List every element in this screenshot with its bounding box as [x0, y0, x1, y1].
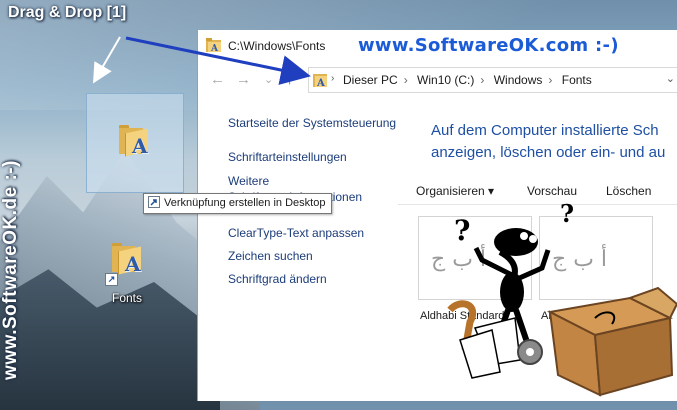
link-font-settings[interactable]: Schriftarteinstellungen — [228, 150, 347, 164]
folder-icon: A — [206, 38, 221, 52]
fonts-folder-icon: A — [110, 240, 144, 276]
organize-button[interactable]: Organisieren ▾ — [416, 184, 494, 198]
link-cleartype[interactable]: ClearType-Text anpassen — [228, 226, 364, 240]
link-control-panel-home[interactable]: Startseite der Systemsteuerung — [228, 116, 396, 130]
svg-text:A: A — [210, 44, 219, 52]
window-title: C:\Windows\Fonts — [228, 39, 326, 53]
back-arrow-icon[interactable]: ← — [210, 71, 225, 88]
link-font-size[interactable]: Schriftgrad ändern — [228, 272, 327, 286]
shortcut-label: Fonts — [111, 291, 142, 305]
up-arrow-icon[interactable]: ↑ — [286, 71, 294, 88]
thinking-figure-clipart: ? ? — [447, 200, 677, 397]
breadcrumb-chevron-icon: › — [403, 73, 408, 87]
breadcrumb-chevron-icon: › — [331, 73, 335, 84]
drag-ghost: A — [86, 93, 184, 193]
page-heading: Auf dem Computer installierte Sch anzeig… — [431, 120, 665, 164]
breadcrumb-item[interactable]: Windows — [494, 73, 543, 87]
question-mark-icon: ? — [454, 214, 470, 247]
shortcut-arrow-icon: ↗ — [105, 273, 118, 286]
link-find-character[interactable]: Zeichen suchen — [228, 249, 313, 263]
address-bar[interactable]: A › Dieser PC › Win10 (C:) › Windows › Font… — [308, 67, 677, 93]
desktop-shortcut-fonts[interactable]: A ↗ Fonts — [97, 238, 157, 308]
breadcrumb-item[interactable]: Dieser PC — [343, 73, 398, 87]
left-pane: Startseite der Systemsteuerung Schriftar… — [198, 96, 398, 401]
breadcrumb-item[interactable]: Fonts — [562, 73, 592, 87]
delete-button[interactable]: Löschen — [606, 184, 651, 198]
shortcut-link-icon — [148, 196, 160, 208]
breadcrumb-item[interactable]: Win10 (C:) — [417, 73, 474, 87]
breadcrumb-chevron-icon: › — [480, 73, 485, 87]
breadcrumb: Dieser PC › Win10 (C:) › Windows › Fonts — [343, 73, 598, 87]
navigation-bar: ← → ⌄ ↑ A › Dieser PC › Win10 (C:) › Windo… — [198, 62, 677, 97]
svg-text:A: A — [316, 78, 325, 87]
chevron-down-icon[interactable]: ⌄ — [666, 72, 675, 85]
drag-drop-label: Drag & Drop [1] — [8, 4, 127, 21]
recent-locations-icon[interactable]: ⌄ — [264, 73, 273, 86]
side-watermark: www.SoftwareOK.de :-) — [0, 160, 21, 380]
heading-line-2: anzeigen, löschen oder ein- und au — [431, 144, 666, 161]
brand-watermark: www.SoftwareOK.com :-) — [358, 35, 619, 56]
forward-arrow-icon[interactable]: → — [236, 71, 251, 88]
fonts-folder-icon: A — [117, 122, 151, 158]
drag-tooltip: Verknüpfung erstellen in Desktop — [143, 193, 333, 214]
fonts-folder-icon: A — [313, 74, 327, 87]
breadcrumb-chevron-icon: › — [548, 73, 553, 87]
heading-line-1: Auf dem Computer installierte Sch — [431, 122, 659, 139]
question-mark-icon: ? — [560, 200, 574, 228]
preview-button[interactable]: Vorschau — [527, 184, 577, 198]
tooltip-text: Verknüpfung erstellen in Desktop — [164, 197, 326, 209]
title-bar[interactable]: A C:\Windows\Fonts www.SoftwareOK.com :-… — [198, 30, 677, 62]
